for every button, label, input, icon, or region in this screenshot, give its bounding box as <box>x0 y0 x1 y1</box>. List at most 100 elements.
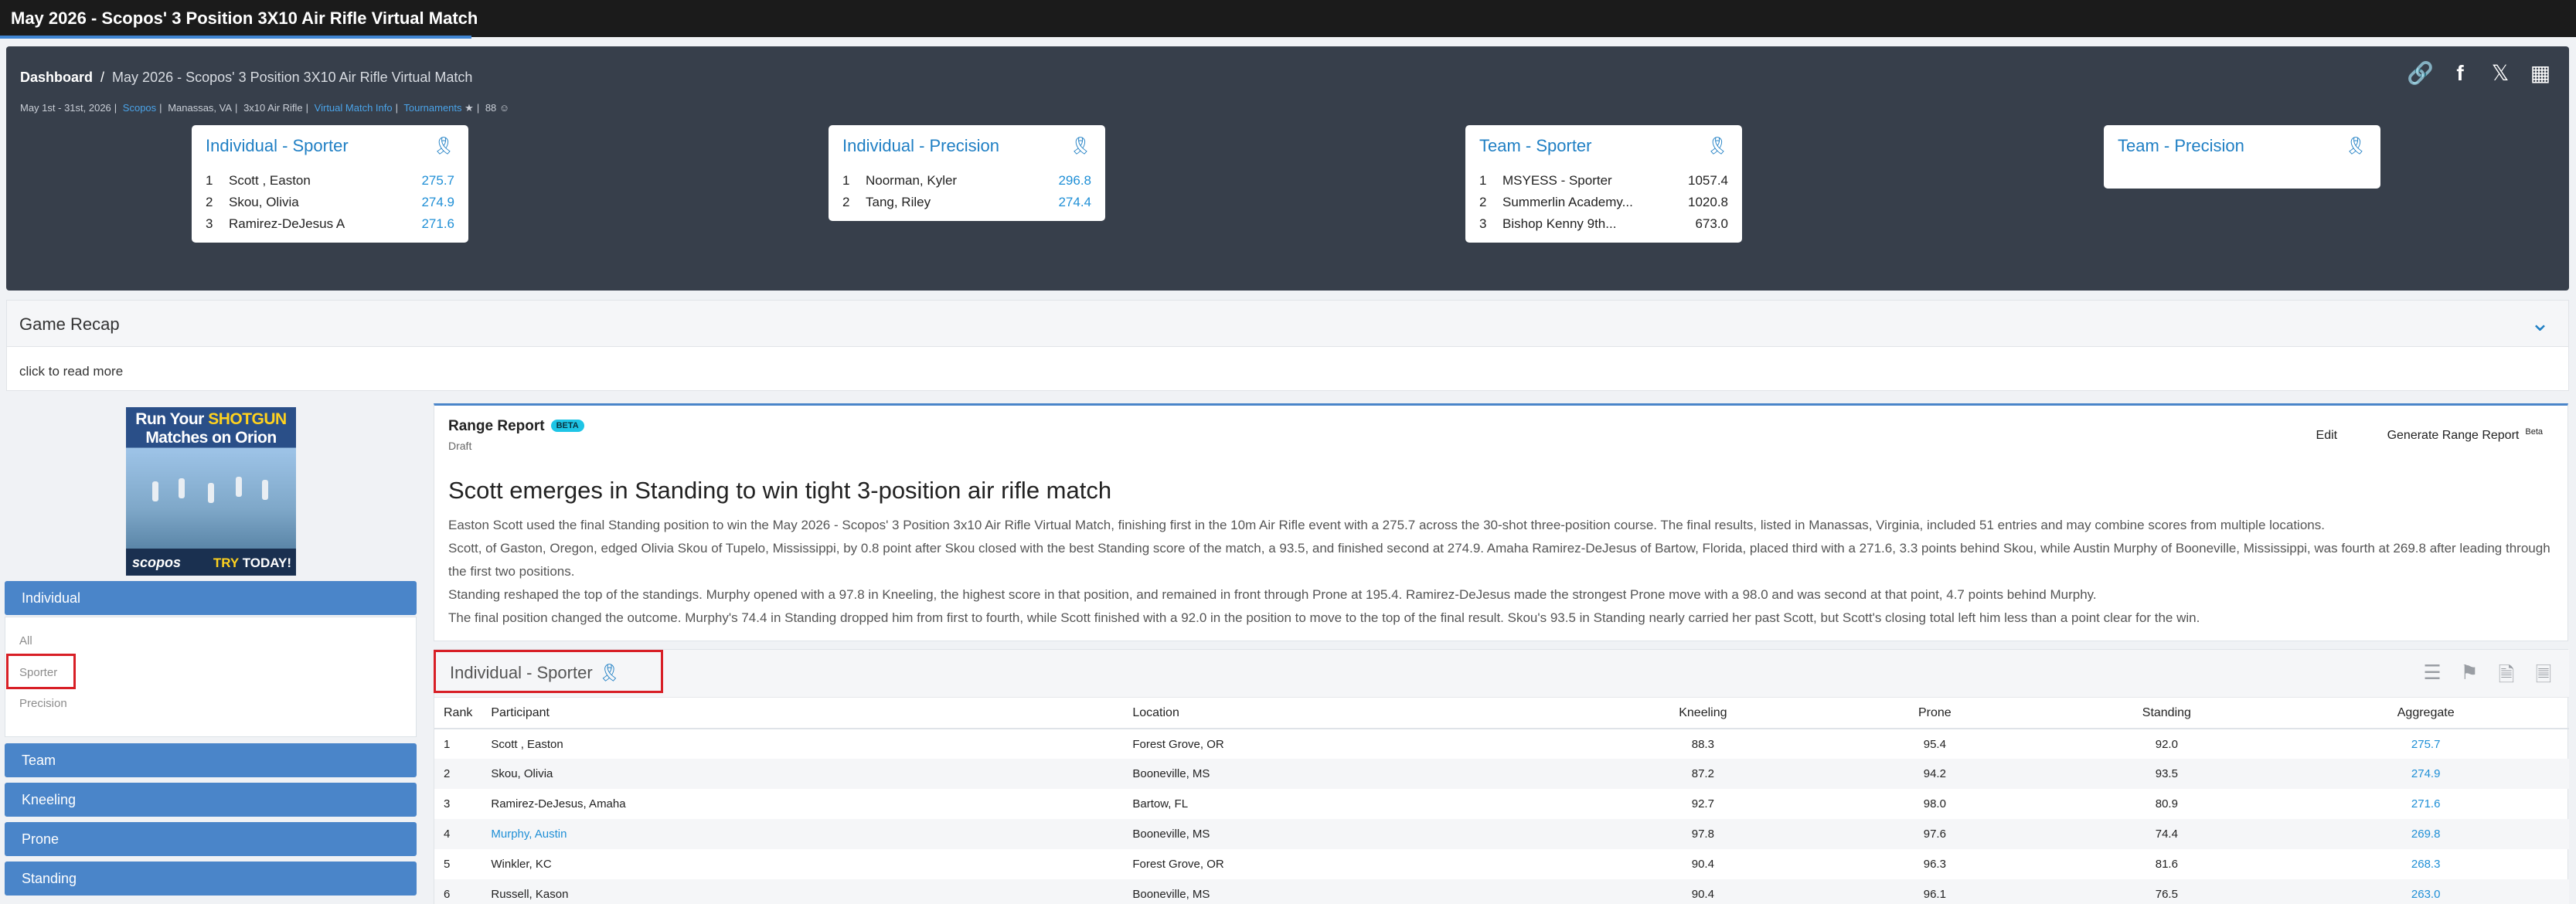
pdf-export-icon[interactable]: 🗏 <box>2533 661 2554 695</box>
chevron-down-icon[interactable]: ⌄ <box>2530 310 2550 337</box>
score: 1057.4 <box>1688 173 1728 188</box>
table-row[interactable]: 1 Scott , Easton Forest Grove, OR 88.3 95.4 9… <box>434 729 2569 759</box>
column-header-aggregate[interactable]: Aggregate <box>2282 698 2569 729</box>
rank: 1 <box>206 173 213 188</box>
summary-card-team-precision[interactable]: Team - Precision 🎗 <box>2104 125 2380 189</box>
cell-participant[interactable]: Murphy, Austin <box>482 819 1124 849</box>
ad-text: Run Your <box>135 410 204 428</box>
game-recap-header[interactable]: Game Recap ⌄ <box>7 301 2568 347</box>
breadcrumb-home[interactable]: Dashboard <box>20 70 93 85</box>
match-dates: May 1st - 31st, 2026 <box>20 102 111 114</box>
excel-export-icon[interactable]: 🗎 <box>2496 661 2516 695</box>
column-header-rank[interactable]: Rank <box>434 698 482 729</box>
table-row[interactable]: 3 Ramirez-DeJesus, Amaha Bartow, FL 92.7 98.… <box>434 789 2569 819</box>
ad-cta: TRY TODAY! <box>213 556 291 571</box>
cell-standing: 93.5 <box>2050 759 2283 789</box>
cell-location: Booneville, MS <box>1123 759 1587 789</box>
score[interactable]: 296.8 <box>1037 173 1091 189</box>
score: 673.0 <box>1695 216 1728 231</box>
org-link[interactable]: Scopos <box>123 102 156 114</box>
card-title[interactable]: Team - Precision <box>2118 136 2244 156</box>
participant-name: Ramirez-DeJesus A <box>229 216 345 231</box>
sidebar-individual[interactable]: Individual <box>5 581 417 615</box>
sidebar-item-all[interactable]: All <box>19 634 32 647</box>
report-paragraph: The final position changed the outcome. … <box>448 610 2200 625</box>
participant-name: Tang, Riley <box>866 195 931 209</box>
range-report-title: Range Report BETA <box>448 418 584 435</box>
report-status: Draft <box>448 440 472 452</box>
card-title[interactable]: Individual - Precision <box>842 136 999 156</box>
cell-aggregate[interactable]: 263.0 <box>2282 879 2569 904</box>
cell-aggregate[interactable]: 268.3 <box>2282 849 2569 879</box>
qr-code-icon[interactable]: ▦ <box>2527 60 2554 87</box>
report-actions: Edit Generate Range Report Beta <box>2293 427 2543 443</box>
ad-cta-text: TRY <box>213 556 239 570</box>
score[interactable]: 274.9 <box>400 195 454 210</box>
column-header-location[interactable]: Location <box>1123 698 1587 729</box>
layers-add-icon[interactable]: ☰ <box>2422 661 2442 695</box>
summary-card-individual-sporter[interactable]: Individual - Sporter 🎗 1 Scott , Easton 275… <box>192 125 468 243</box>
cell-standing: 92.0 <box>2155 737 2178 751</box>
rank: 1 <box>1479 173 1487 188</box>
sidebar-prone[interactable]: Prone <box>5 822 417 856</box>
virtual-match-info-link[interactable]: Virtual Match Info <box>315 102 393 114</box>
score[interactable]: 271.6 <box>400 216 454 232</box>
table-row[interactable]: 2 Skou, Olivia Booneville, MS 87.2 94.2 93.5 2… <box>434 759 2569 789</box>
cell-prone: 97.6 <box>1819 819 2051 849</box>
summary-card-individual-precision[interactable]: Individual - Precision 🎗 1 Noorman, Kyler 2… <box>829 125 1105 221</box>
link-icon[interactable]: 🔗 <box>2407 60 2434 87</box>
participant-name: Skou, Olivia <box>229 195 299 209</box>
card-title[interactable]: Team - Sporter <box>1479 136 1592 156</box>
table-row[interactable]: 5 Winkler, KC Forest Grove, OR 90.4 96.3 81.6… <box>434 849 2569 879</box>
flag-icon[interactable]: ⚑ <box>2459 661 2479 695</box>
edit-button[interactable]: Edit <box>2316 429 2338 442</box>
column-header-standing[interactable]: Standing <box>2050 698 2283 729</box>
column-header-kneeling[interactable]: Kneeling <box>1587 698 1819 729</box>
scopos-logo: scopos <box>132 555 182 570</box>
cell-rank: 2 <box>434 759 482 789</box>
match-location: Manassas, VA <box>168 102 233 114</box>
beta-badge: BETA <box>550 420 584 432</box>
game-recap-title: Game Recap <box>19 314 120 334</box>
cell-location: Booneville, MS <box>1123 879 1587 904</box>
score[interactable]: 275.7 <box>400 173 454 189</box>
generate-beta-badge: Beta <box>2525 427 2543 437</box>
column-header-participant[interactable]: Participant <box>482 698 1124 729</box>
facebook-icon[interactable]: f <box>2447 60 2473 87</box>
cell-prone: 94.2 <box>1819 759 2051 789</box>
cell-aggregate[interactable]: 269.8 <box>2282 819 2569 849</box>
sidebar-standing[interactable]: Standing <box>5 862 417 896</box>
advertisement-banner[interactable]: Run Your SHOTGUN Matches on Orion scopos… <box>126 407 296 576</box>
rank: 3 <box>206 216 213 231</box>
sidebar-kneeling[interactable]: Kneeling <box>5 783 417 817</box>
cell-aggregate[interactable]: 274.9 <box>2282 759 2569 789</box>
rank: 2 <box>206 195 213 209</box>
tournaments-link[interactable]: Tournaments <box>403 102 461 114</box>
cell-aggregate[interactable]: 275.7 <box>2282 729 2569 759</box>
cell-kneeling: 87.2 <box>1587 759 1819 789</box>
table-row[interactable]: 6 Russell, Kason Booneville, MS 90.4 96.1 76.… <box>434 879 2569 904</box>
cell-prone: 96.3 <box>1923 858 1946 871</box>
score[interactable]: 274.4 <box>1037 195 1091 210</box>
cell-aggregate[interactable]: 271.6 <box>2282 789 2569 819</box>
x-icon[interactable]: 𝕏 <box>2487 60 2513 87</box>
card-row: 2 Skou, Olivia 274.9 <box>206 192 454 213</box>
cell-standing: 81.6 <box>2155 858 2178 871</box>
cell-location: Bartow, FL <box>1132 797 1189 811</box>
sidebar-team[interactable]: Team <box>5 743 417 777</box>
summary-card-team-sporter[interactable]: Team - Sporter 🎗 1 MSYESS - Sporter 1057.4 … <box>1465 125 1742 243</box>
cell-prone: 95.4 <box>1923 737 1946 751</box>
column-header-prone[interactable]: Prone <box>1819 698 2051 729</box>
score: 1020.8 <box>1688 195 1728 209</box>
generate-label: Generate Range Report <box>2387 429 2520 443</box>
card-title[interactable]: Individual - Sporter <box>206 136 349 156</box>
cell-rank: 3 <box>444 797 451 811</box>
report-paragraph: Scott, of Gaston, Oregon, edged Olivia S… <box>448 541 2550 579</box>
top-bar: May 2026 - Scopos' 3 Position 3X10 Air R… <box>0 0 2576 39</box>
sidebar-item-precision[interactable]: Precision <box>19 697 67 710</box>
read-more-link[interactable]: click to read more <box>19 364 123 379</box>
generate-range-report-button[interactable]: Generate Range Report Beta <box>2364 427 2543 443</box>
match-discipline: 3x10 Air Rifle <box>243 102 303 114</box>
cell-location: Forest Grove, OR <box>1132 737 1224 751</box>
table-row[interactable]: 4 Murphy, Austin Booneville, MS 97.8 97.6 74.… <box>434 819 2569 849</box>
